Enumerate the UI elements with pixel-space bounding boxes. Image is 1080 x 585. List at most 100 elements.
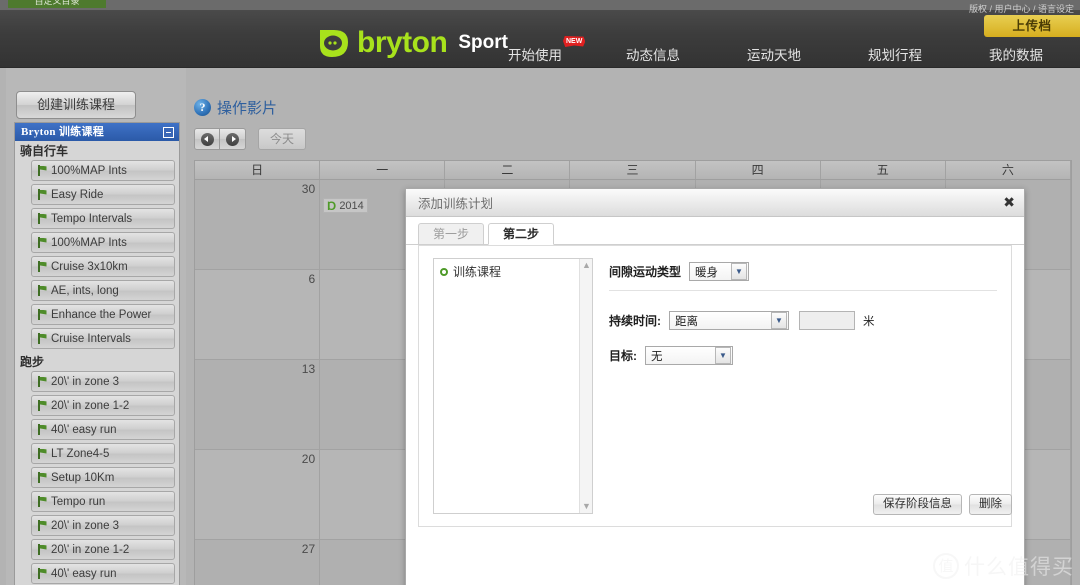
watermark-mark: 值 xyxy=(933,553,959,579)
flag-icon xyxy=(38,448,47,459)
course-group-label: 骑自行车 xyxy=(15,141,179,160)
course-list-item[interactable]: AE, ints, long xyxy=(31,280,175,301)
flag-icon xyxy=(38,400,47,411)
course-list-item[interactable]: 20\' in zone 3 xyxy=(31,515,175,536)
duration-label: 持续时间: xyxy=(609,314,661,328)
goal-row: 目标: 无 ▼ xyxy=(609,346,997,365)
new-badge: NEW xyxy=(563,36,586,47)
calendar-column-header: 三 xyxy=(570,161,696,179)
course-list-item[interactable]: 100%MAP Ints xyxy=(31,160,175,181)
course-item-label: 40\' easy run xyxy=(51,567,117,580)
calendar-next-button[interactable] xyxy=(220,128,246,150)
course-list-item[interactable]: 100%MAP Ints xyxy=(31,232,175,253)
calendar-day-cell[interactable]: 13 xyxy=(195,360,321,449)
upload-button[interactable]: 上传档 xyxy=(984,15,1080,37)
duration-input[interactable] xyxy=(799,311,855,330)
brand-logo[interactable]: bryton Sport xyxy=(318,28,508,58)
browser-tab[interactable]: 自定义目录 xyxy=(8,0,106,8)
course-list-item[interactable]: 40\' easy run xyxy=(31,563,175,584)
chevron-left-icon xyxy=(200,132,214,146)
delete-button[interactable]: 删除 xyxy=(969,494,1012,515)
main-nav: 开始使用 NEW 动态信息 运动天地 规划行程 我的数据 网路商城 xyxy=(500,36,1072,64)
flag-icon xyxy=(38,213,47,224)
chevron-down-icon[interactable]: ▼ xyxy=(731,263,748,280)
howto-label: 操作影片 xyxy=(217,100,278,117)
nav-item-sports[interactable]: 运动天地 xyxy=(747,48,801,64)
calendar-day-cell[interactable]: 6 xyxy=(195,270,321,359)
course-list-item[interactable]: Setup 10Km xyxy=(31,467,175,488)
calendar-column-header: 六 xyxy=(946,161,1071,179)
watermark-text: 什么值得买 xyxy=(964,556,1074,579)
calendar-event[interactable]: Ɑ 2014 xyxy=(323,198,368,213)
collapse-icon[interactable] xyxy=(163,126,174,138)
create-course-button[interactable]: 创建训练课程 xyxy=(16,91,136,119)
calendar-column-header: 四 xyxy=(696,161,821,179)
calendar-day-cell[interactable]: 27 xyxy=(195,540,321,585)
calendar-day-cell[interactable]: 20 xyxy=(195,450,321,539)
duration-type-select[interactable]: 距离 ▼ xyxy=(669,311,789,330)
course-item-label: LT Zone4-5 xyxy=(51,447,110,460)
nav-item-my-data[interactable]: 我的数据 xyxy=(989,48,1043,64)
course-list-item[interactable]: Tempo run xyxy=(31,491,175,512)
browser-strip: 自定义目录 xyxy=(0,0,1080,10)
howto-video-link[interactable]: ? 操作影片 xyxy=(194,97,277,118)
flag-icon xyxy=(38,333,47,344)
calendar-day-cell[interactable]: 30 xyxy=(195,180,321,269)
page-body: 创建训练课程 Bryton 训练课程 骑自行车 100%MAP Ints Easy … xyxy=(0,68,1080,585)
duration-row: 持续时间: 距离 ▼ 米 xyxy=(609,311,997,330)
calendar-day-number: 27 xyxy=(301,542,316,556)
course-list-item[interactable]: LT Zone4-5 xyxy=(31,443,175,464)
course-item-label: 20\' in zone 1-2 xyxy=(51,543,130,556)
calendar-day-number: 30 xyxy=(301,182,316,196)
account-strip: 版权 / 用户中心 / 语言设定 xyxy=(968,4,1074,14)
tab-step-two[interactable]: 第二步 xyxy=(488,223,555,245)
calendar-column-header: 五 xyxy=(821,161,946,179)
course-list-item[interactable]: 20\' in zone 1-2 xyxy=(31,539,175,560)
interval-type-label: 间隙运动类型 xyxy=(609,265,682,279)
flag-icon xyxy=(38,376,47,387)
course-list-item[interactable]: Tempo Intervals xyxy=(31,208,175,229)
tab-step-one[interactable]: 第一步 xyxy=(418,223,485,245)
save-stage-button[interactable]: 保存阶段信息 xyxy=(873,494,962,515)
nav-item-start[interactable]: 开始使用 NEW xyxy=(508,36,586,64)
add-training-plan-dialog: 添加训练计划 ✖ 第一步 第二步 训练课程 ▲ ▼ 间隙运动类型 暖身 ▼ 持续… xyxy=(405,188,1025,585)
course-list-item[interactable]: Cruise 3x10km xyxy=(31,256,175,277)
course-list-item[interactable]: 40\' easy run xyxy=(31,419,175,440)
close-icon[interactable]: ✖ xyxy=(1003,196,1015,210)
activity-icon: Ɑ xyxy=(327,198,337,213)
tree-item-root[interactable]: 训练课程 xyxy=(434,259,592,280)
scroll-down-icon[interactable]: ▼ xyxy=(580,500,592,513)
course-panel: Bryton 训练课程 骑自行车 100%MAP Ints Easy Ride Tem… xyxy=(14,122,180,585)
chevron-down-icon[interactable]: ▼ xyxy=(715,347,731,364)
goal-select[interactable]: 无 ▼ xyxy=(645,346,733,365)
course-item-label: AE, ints, long xyxy=(51,284,119,297)
course-item-label: 100%MAP Ints xyxy=(51,164,127,177)
course-list-item[interactable]: 20\' in zone 3 xyxy=(31,371,175,392)
help-icon: ? xyxy=(194,99,211,116)
course-list-item[interactable]: Cruise Intervals xyxy=(31,328,175,349)
course-list-item[interactable]: Enhance the Power xyxy=(31,304,175,325)
course-item-label: Cruise 3x10km xyxy=(51,260,128,273)
dialog-content-box: 训练课程 ▲ ▼ 间隙运动类型 暖身 ▼ 持续时间: 距离 ▼ 米 目标: 无 … xyxy=(418,245,1012,527)
course-panel-title: Bryton 训练课程 xyxy=(21,126,105,138)
interval-type-select[interactable]: 暖身 ▼ xyxy=(689,262,750,281)
calendar-column-header: 二 xyxy=(445,161,571,179)
course-panel-header[interactable]: Bryton 训练课程 xyxy=(15,123,179,141)
course-item-label: 20\' in zone 3 xyxy=(51,519,120,532)
chevron-down-icon[interactable]: ▼ xyxy=(771,312,787,329)
nav-item-plan-route[interactable]: 规划行程 xyxy=(868,48,922,64)
course-list-item[interactable]: 20\' in zone 1-2 xyxy=(31,395,175,416)
course-list-item[interactable]: Easy Ride xyxy=(31,184,175,205)
today-button[interactable]: 今天 xyxy=(258,128,307,150)
flag-icon xyxy=(38,544,47,555)
bryton-leaf-icon xyxy=(318,28,350,58)
course-tree-panel[interactable]: 训练课程 ▲ ▼ xyxy=(433,258,593,514)
calendar-header-row: 日一二三四五六 xyxy=(195,161,1071,180)
calendar-day-number: 6 xyxy=(308,272,316,286)
nav-item-news[interactable]: 动态信息 xyxy=(626,48,680,64)
course-item-label: Setup 10Km xyxy=(51,471,115,484)
calendar-prev-button[interactable] xyxy=(194,128,220,150)
course-group-label: 跑步 xyxy=(15,352,179,371)
tree-scrollbar[interactable]: ▲ ▼ xyxy=(579,259,592,513)
scroll-up-icon[interactable]: ▲ xyxy=(580,259,592,272)
